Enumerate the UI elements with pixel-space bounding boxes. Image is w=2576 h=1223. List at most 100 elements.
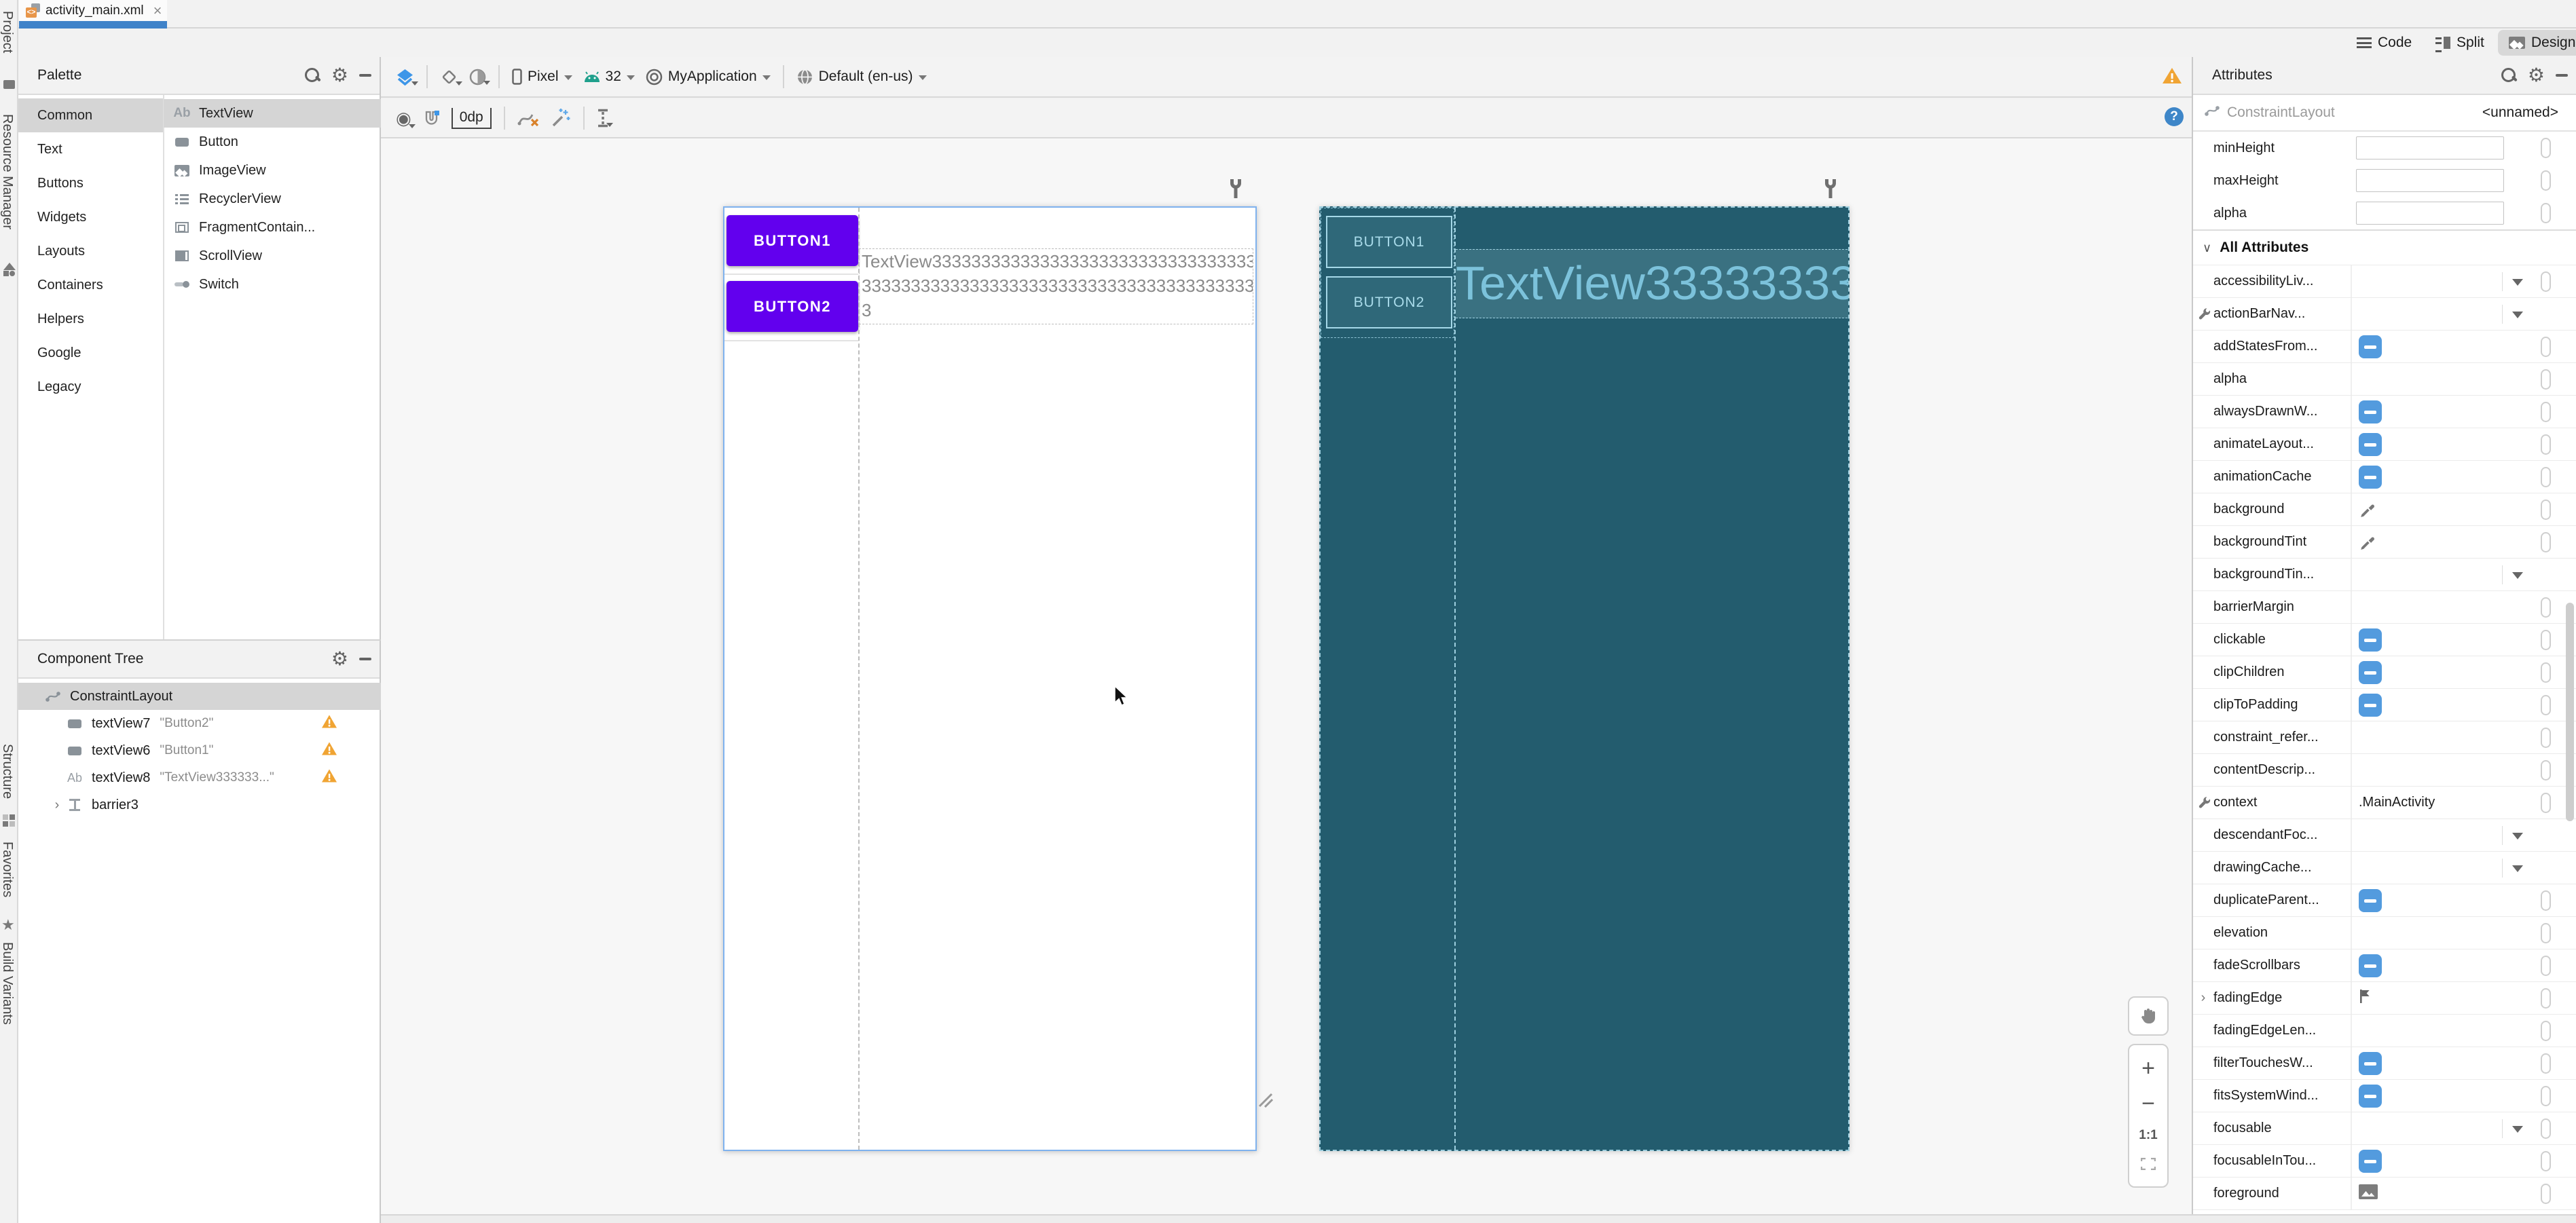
palette-item-fragmentcontain[interactable]: FragmentContain... xyxy=(164,213,381,242)
pin-pill-icon[interactable] xyxy=(2541,467,2551,487)
attribute-row-alpha[interactable]: alpha xyxy=(2193,362,2576,395)
three-state-toggle[interactable] xyxy=(2359,1150,2382,1173)
pin-pill-icon[interactable] xyxy=(2541,170,2551,191)
device-selector[interactable]: Pixel xyxy=(512,69,572,85)
palette-category-widgets[interactable]: Widgets xyxy=(18,200,163,234)
design-view-phone[interactable]: BUTTON1 BUTTON2 TextView3333333333333333… xyxy=(723,206,1257,1151)
app-theme-selector[interactable]: MyApplication xyxy=(646,69,771,86)
flag-icon[interactable] xyxy=(2359,989,2372,1007)
sidebar-item-favorites[interactable]: Favorites xyxy=(0,842,15,897)
attribute-row-backgroundtin[interactable]: backgroundTin... xyxy=(2193,558,2576,590)
attribute-row-clickable[interactable]: clickable xyxy=(2193,623,2576,656)
attribute-row-actionbarnav[interactable]: actionBarNav... xyxy=(2193,297,2576,330)
search-icon[interactable] xyxy=(2501,67,2517,83)
all-attributes-section-header[interactable]: ∨ All Attributes xyxy=(2193,229,2576,265)
attribute-row-filtertouchesw[interactable]: filterTouchesW... xyxy=(2193,1047,2576,1079)
tree-node-barrier3[interactable]: › barrier3 xyxy=(18,791,381,819)
attribute-row-focusableintou[interactable]: focusableInTou... xyxy=(2193,1144,2576,1177)
mode-button-code[interactable]: Code xyxy=(2357,30,2412,56)
layout-warning-icon[interactable] xyxy=(2162,67,2182,88)
sidebar-item-structure[interactable]: Structure xyxy=(0,744,15,799)
pan-button[interactable] xyxy=(2128,996,2169,1036)
blueprint-button1[interactable]: BUTTON1 xyxy=(1326,216,1452,268)
mode-button-design[interactable]: Design xyxy=(2498,30,2576,56)
attribute-row-elevation[interactable]: elevation xyxy=(2193,916,2576,949)
theme-icon[interactable] xyxy=(469,69,490,86)
maxHeight-input[interactable] xyxy=(2356,169,2504,192)
tree-node-textview6[interactable]: textView6 "Button1" xyxy=(18,737,381,764)
sidebar-item-build-variants[interactable]: Build Variants xyxy=(0,942,15,1025)
attribute-row-clipchildren[interactable]: clipChildren xyxy=(2193,656,2576,688)
hide-panel-icon[interactable] xyxy=(359,658,371,660)
three-state-toggle[interactable] xyxy=(2359,433,2382,456)
attribute-row-addstatesfrom[interactable]: addStatesFrom... xyxy=(2193,330,2576,362)
pin-pill-icon[interactable] xyxy=(2541,793,2551,813)
pin-pill-icon[interactable] xyxy=(2541,630,2551,650)
pin-pill-icon[interactable] xyxy=(2541,402,2551,422)
tree-node-constraintlayout[interactable]: ConstraintLayout xyxy=(18,683,381,710)
sidebar-item-resource-manager[interactable]: Resource Manager xyxy=(0,114,15,229)
design-button1[interactable]: BUTTON1 xyxy=(726,215,858,266)
orientation-icon[interactable] xyxy=(440,68,462,86)
attribute-row-alwaysdrawnw[interactable]: alwaysDrawnW... xyxy=(2193,395,2576,428)
zoom-actual-size-button[interactable]: 1:1 xyxy=(2129,1128,2167,1143)
default-margin-button[interactable]: 0dp xyxy=(451,107,492,129)
infer-constraints-icon[interactable] xyxy=(551,108,571,128)
pin-pill-icon[interactable] xyxy=(2541,890,2551,911)
attribute-row-fadingedge[interactable]: › fadingEdge xyxy=(2193,981,2576,1014)
zoom-in-button[interactable]: + xyxy=(2129,1057,2167,1080)
gear-icon[interactable]: ⚙ xyxy=(331,66,348,85)
api-selector[interactable]: 32 xyxy=(583,69,635,85)
palette-category-helpers[interactable]: Helpers xyxy=(18,302,163,336)
minHeight-input[interactable] xyxy=(2356,136,2504,159)
pin-pill-icon[interactable] xyxy=(2541,662,2551,683)
dropdown-control[interactable] xyxy=(2501,858,2523,878)
pin-pill-icon[interactable] xyxy=(2541,923,2551,943)
design-textview[interactable]: TextView33333333333333333333333333333333… xyxy=(859,248,1253,324)
color-picker-icon[interactable] xyxy=(2359,533,2376,554)
attribute-row-fitssystemwind[interactable]: fitsSystemWind... xyxy=(2193,1079,2576,1112)
clear-constraints-icon[interactable] xyxy=(517,109,540,128)
zoom-out-button[interactable]: − xyxy=(2129,1092,2167,1115)
dropdown-control[interactable] xyxy=(2501,825,2523,846)
pin-pill-icon[interactable] xyxy=(2541,695,2551,715)
tab-activity-main-xml[interactable]: <> activity_main.xml × xyxy=(19,0,167,21)
attribute-row-animationcache[interactable]: animationCache xyxy=(2193,460,2576,493)
attribute-row-descendantfoc[interactable]: descendantFoc... xyxy=(2193,819,2576,851)
attribute-row-cliptopadding[interactable]: clipToPadding xyxy=(2193,688,2576,721)
three-state-toggle[interactable] xyxy=(2359,1052,2382,1075)
palette-item-textview[interactable]: Ab TextView xyxy=(164,99,381,128)
palette-item-imageview[interactable]: ImageView xyxy=(164,156,381,185)
attribute-row-background[interactable]: background xyxy=(2193,493,2576,525)
pin-pill-icon[interactable] xyxy=(2541,1118,2551,1139)
hide-panel-icon[interactable] xyxy=(359,74,371,77)
palette-category-containers[interactable]: Containers xyxy=(18,268,163,302)
view-mode-icon[interactable] xyxy=(396,68,418,86)
three-state-toggle[interactable] xyxy=(2359,889,2382,912)
pin-pill-icon[interactable] xyxy=(2541,434,2551,455)
attribute-value[interactable]: .MainActivity xyxy=(2359,787,2435,818)
attribute-row-fadingedgelen[interactable]: fadingEdgeLen... xyxy=(2193,1014,2576,1047)
tree-node-textview8[interactable]: Ab textView8 "TextView333333..." xyxy=(18,764,381,791)
attribute-row-contentdescrip[interactable]: contentDescrip... xyxy=(2193,753,2576,786)
palette-category-common[interactable]: Common xyxy=(18,98,163,132)
three-state-toggle[interactable] xyxy=(2359,466,2382,489)
visibility-icon[interactable]: ◉ xyxy=(396,108,416,129)
attribute-row-focusable[interactable]: focusable xyxy=(2193,1112,2576,1144)
color-picker-icon[interactable] xyxy=(2359,500,2376,521)
three-state-toggle[interactable] xyxy=(2359,400,2382,424)
sidebar-item-project[interactable]: Project xyxy=(0,11,15,53)
gear-icon[interactable]: ⚙ xyxy=(2528,66,2545,85)
attribute-row-context[interactable]: context .MainActivity xyxy=(2193,786,2576,819)
canvas-resize-handle[interactable] xyxy=(1255,1090,1274,1111)
autoconnect-icon[interactable] xyxy=(422,109,441,128)
three-state-toggle[interactable] xyxy=(2359,335,2382,358)
dropdown-control[interactable] xyxy=(2501,304,2523,324)
attributes-scrollbar[interactable] xyxy=(2566,603,2574,821)
tree-node-textview7[interactable]: textView7 "Button2" xyxy=(18,710,381,737)
zoom-to-fit-icon[interactable] xyxy=(2129,1157,2167,1173)
dropdown-control[interactable] xyxy=(2501,1118,2523,1139)
pin-pill-icon[interactable] xyxy=(2541,271,2551,292)
tab-close-icon[interactable]: × xyxy=(153,3,162,18)
three-state-toggle[interactable] xyxy=(2359,694,2382,717)
